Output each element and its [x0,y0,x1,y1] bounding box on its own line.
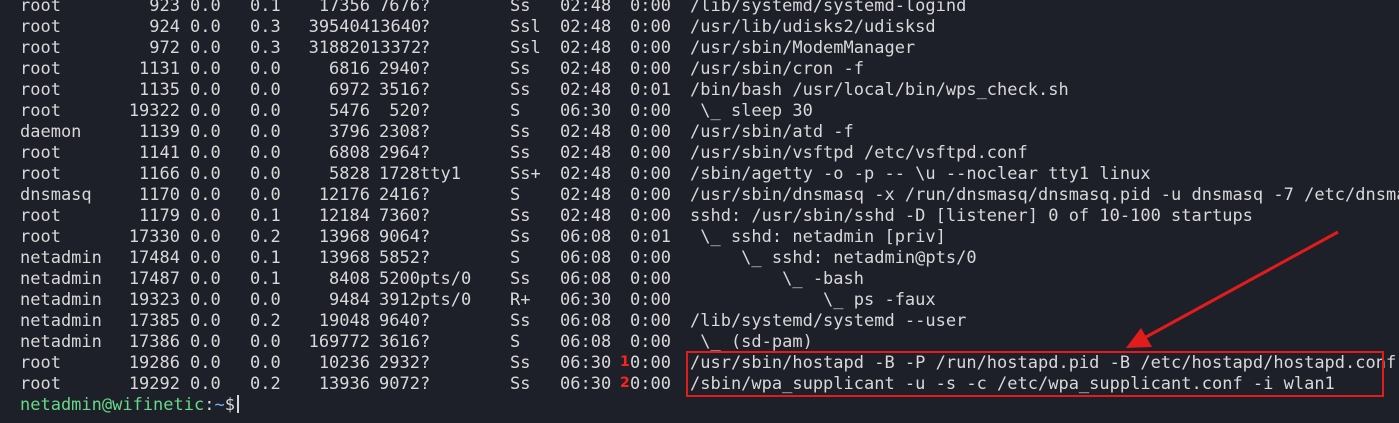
annotation-arrow [1126,230,1339,348]
